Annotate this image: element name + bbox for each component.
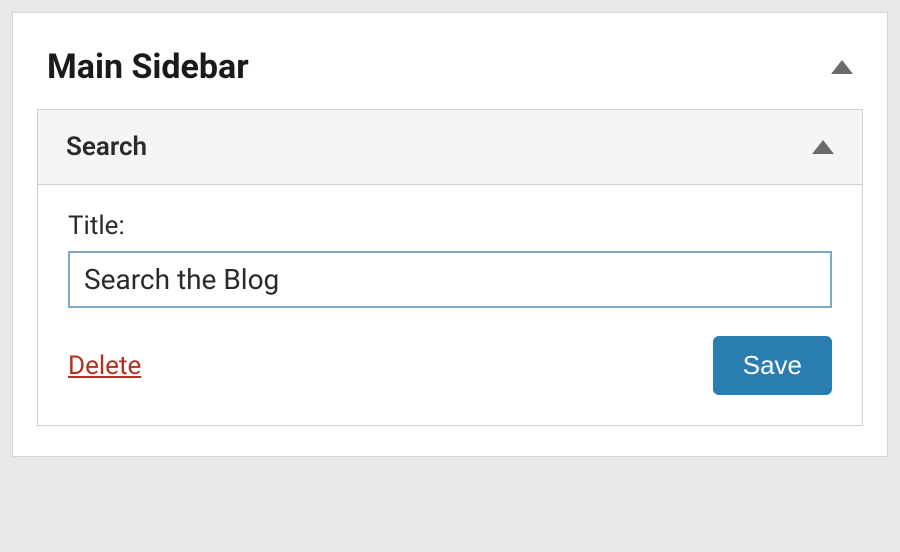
chevron-up-icon bbox=[812, 140, 834, 154]
sidebar-collapse-toggle[interactable] bbox=[831, 60, 853, 74]
title-label: Title: bbox=[68, 211, 832, 241]
sidebar-title: Main Sidebar bbox=[47, 47, 249, 87]
widget-header[interactable]: Search bbox=[38, 110, 862, 185]
save-button[interactable]: Save bbox=[713, 336, 832, 395]
widget-collapse-toggle[interactable] bbox=[812, 140, 834, 154]
widget-actions: Delete Save bbox=[68, 336, 832, 395]
sidebar-panel: Main Sidebar Search Title: Delete Save bbox=[12, 12, 888, 457]
sidebar-header[interactable]: Main Sidebar bbox=[37, 35, 863, 109]
widget-body: Title: Delete Save bbox=[38, 185, 862, 425]
widget-title: Search bbox=[66, 132, 147, 162]
widget-container: Search Title: Delete Save bbox=[37, 109, 863, 426]
title-input[interactable] bbox=[68, 251, 832, 308]
delete-link[interactable]: Delete bbox=[68, 351, 141, 381]
chevron-up-icon bbox=[831, 60, 853, 74]
